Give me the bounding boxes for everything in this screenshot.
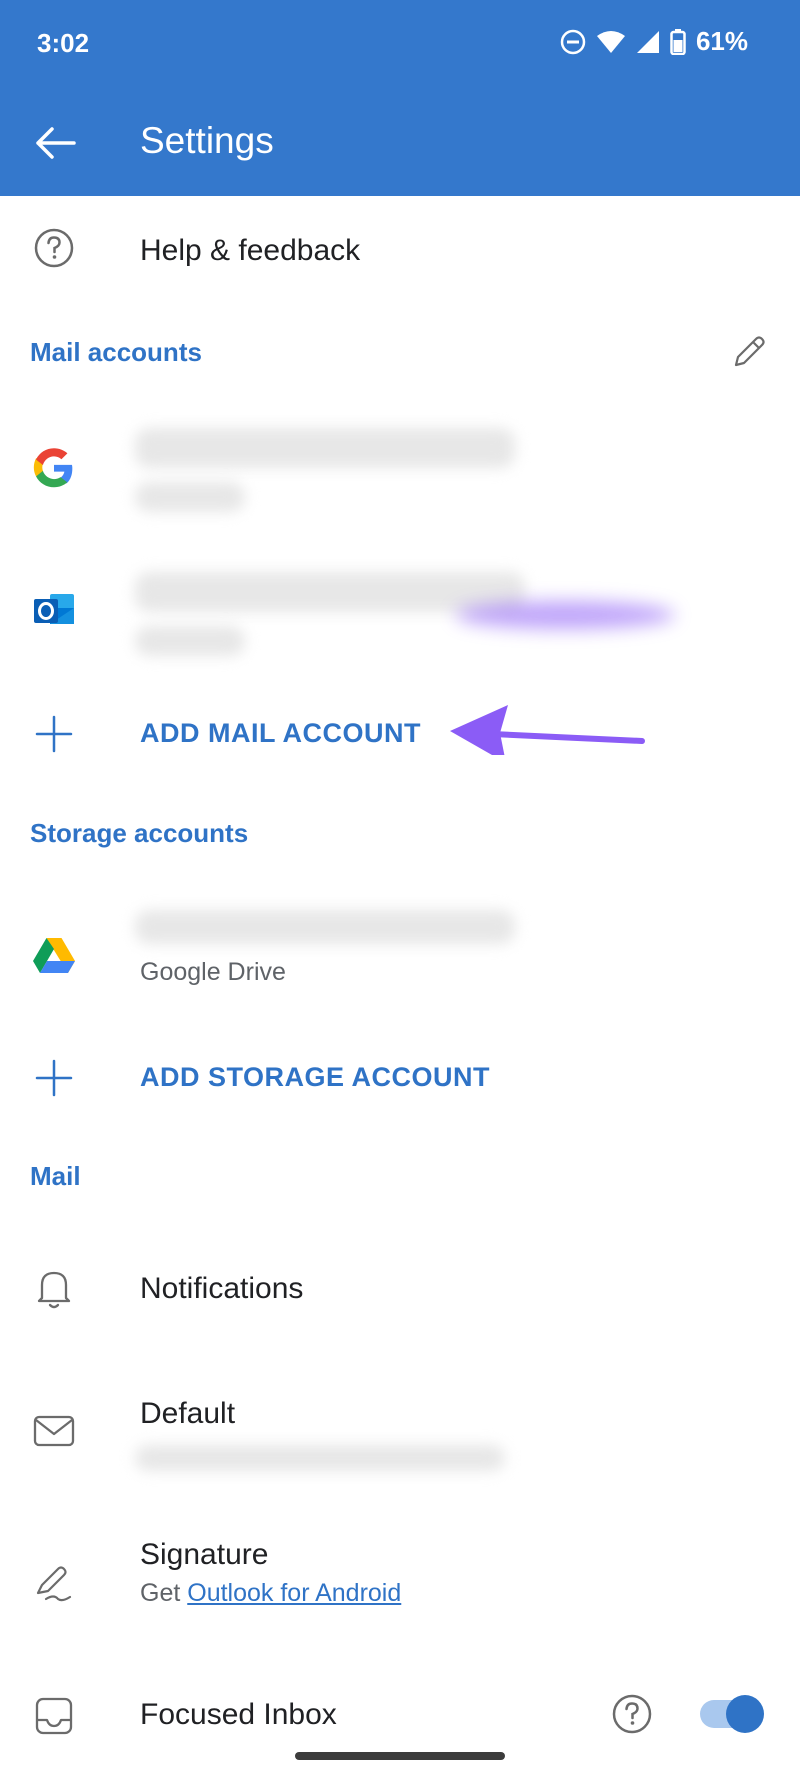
back-button[interactable]	[30, 118, 80, 168]
help-feedback-row[interactable]: Help & feedback	[0, 222, 800, 282]
status-icons: 61%	[560, 26, 748, 57]
mail-heading: Mail	[30, 1161, 81, 1191]
plus-icon	[28, 708, 80, 760]
envelope-icon	[28, 1405, 80, 1457]
bell-icon	[28, 1262, 80, 1314]
notifications-label: Notifications	[140, 1272, 304, 1305]
help-circle-icon	[612, 1694, 652, 1734]
account-name-redacted	[135, 482, 245, 512]
signature-subtitle: Get Outlook for Android	[140, 1579, 401, 1608]
outlook-icon	[28, 584, 80, 636]
status-time: 3:02	[37, 28, 90, 58]
help-feedback-label: Help & feedback	[140, 234, 361, 267]
default-label: Default	[140, 1397, 236, 1430]
storage-accounts-heading: Storage accounts	[30, 818, 249, 848]
wifi-icon	[596, 30, 625, 53]
focused-inbox-help-button[interactable]	[610, 1692, 654, 1736]
default-account-row[interactable]: Default	[0, 1395, 800, 1475]
default-account-redacted	[135, 1445, 505, 1471]
focused-inbox-label: Focused Inbox	[140, 1698, 337, 1731]
battery-icon	[670, 28, 686, 55]
signature-label: Signature	[140, 1538, 269, 1571]
focused-inbox-toggle[interactable]	[700, 1695, 764, 1733]
google-icon	[28, 442, 80, 494]
add-mail-account-button[interactable]: ADD MAIL ACCOUNT	[0, 706, 800, 762]
signature-prefix: Get	[140, 1579, 188, 1607]
account-email-redacted	[135, 428, 515, 468]
app-bar: 3:02 61% Settings	[0, 0, 800, 196]
signature-link[interactable]: Outlook for Android	[187, 1579, 401, 1607]
storage-account-google-drive[interactable]: Google Drive	[0, 910, 800, 1000]
do-not-disturb-icon	[560, 29, 586, 54]
mail-accounts-heading: Mail accounts	[30, 337, 202, 367]
help-circle-icon	[28, 222, 80, 274]
add-storage-account-label: ADD STORAGE ACCOUNT	[140, 1062, 491, 1092]
account-email-redacted	[135, 910, 515, 944]
signal-icon	[636, 30, 659, 53]
arrow-left-icon	[36, 127, 76, 159]
edit-accounts-button[interactable]	[726, 330, 770, 374]
account-name-redacted	[135, 626, 245, 656]
mail-account-google[interactable]	[0, 428, 800, 528]
storage-account-subtitle: Google Drive	[140, 958, 286, 986]
signature-icon	[28, 1557, 80, 1609]
plus-icon	[28, 1052, 80, 1104]
notifications-row[interactable]: Notifications	[0, 1262, 800, 1322]
pencil-icon	[734, 336, 765, 367]
inbox-icon	[28, 1690, 80, 1742]
battery-percent: 61%	[695, 26, 748, 56]
google-drive-icon	[28, 930, 80, 982]
focused-inbox-row[interactable]: Focused Inbox	[0, 1688, 800, 1748]
toggle-thumb	[726, 1695, 764, 1733]
add-storage-account-button[interactable]: ADD STORAGE ACCOUNT	[0, 1050, 800, 1106]
page-title: Settings	[140, 120, 274, 161]
home-indicator[interactable]	[295, 1752, 505, 1760]
add-mail-account-label: ADD MAIL ACCOUNT	[140, 718, 421, 748]
signature-row[interactable]: Signature Get Outlook for Android	[0, 1535, 800, 1615]
